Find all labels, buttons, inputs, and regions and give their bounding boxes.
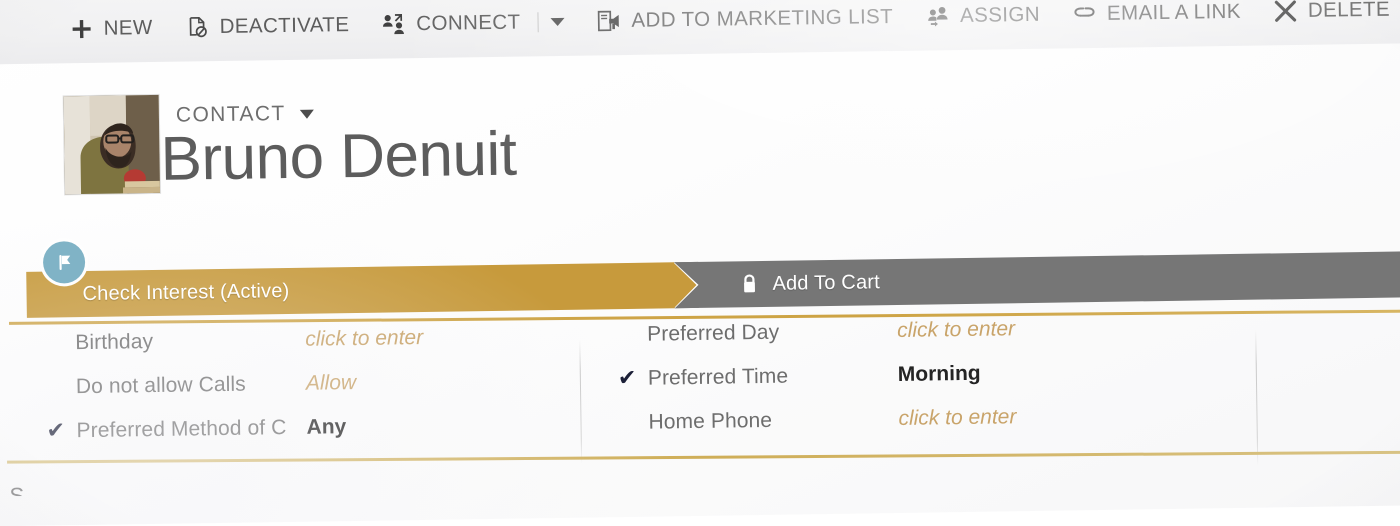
assign-people-icon (925, 3, 951, 29)
command-email-a-link-label: EMAIL A LINK (1107, 0, 1241, 26)
plus-icon (68, 16, 94, 42)
command-new[interactable]: NEW (68, 15, 152, 42)
field-label-preferred-method-of-contact: Preferred Method of C (76, 416, 306, 443)
command-connect[interactable]: CONNECT (381, 9, 565, 38)
process-stage-check-interest[interactable]: Check Interest (Active) (26, 262, 675, 318)
flag-icon (53, 251, 75, 273)
command-assign-label: ASSIGN (960, 3, 1040, 28)
command-delete[interactable]: DELETE (1273, 0, 1391, 24)
marketing-list-megaphone-icon (596, 8, 622, 34)
field-row-home-phone[interactable]: Home Phone click to enter (618, 403, 1179, 455)
record-header: CONTACT Bruno Denuit (0, 43, 1400, 224)
field-label-preferred-day: Preferred Day (647, 319, 897, 347)
field-value-preferred-day[interactable]: click to enter (897, 317, 1015, 343)
check-icon: ✔ (46, 419, 76, 441)
field-value-birthday[interactable]: click to enter (305, 326, 423, 352)
command-deactivate[interactable]: DEACTIVATE (184, 12, 349, 40)
business-process-flow: Check Interest (Active) Add To Cart (26, 251, 1400, 318)
command-assign[interactable]: ASSIGN (925, 2, 1040, 30)
field-label-preferred-time: Preferred Time (648, 363, 898, 391)
close-x-icon (1273, 0, 1299, 24)
command-new-label: NEW (103, 16, 152, 41)
application-screen: NEW DEACTIVATE (0, 0, 1400, 526)
command-email-a-link[interactable]: EMAIL A LINK (1072, 0, 1241, 27)
link-icon (1072, 1, 1098, 27)
field-label-birthday: Birthday (75, 328, 305, 355)
lock-icon (740, 273, 758, 295)
fields-section: Birthday click to enter Do not allow Cal… (0, 311, 1400, 472)
field-value-preferred-time[interactable]: Morning (898, 362, 981, 387)
avatar[interactable] (64, 95, 160, 194)
field-row-birthday[interactable]: Birthday click to enter (45, 324, 566, 376)
page-title: Bruno Denuit (160, 119, 517, 196)
field-value-do-not-allow-calls[interactable]: Allow (306, 371, 357, 396)
process-stage-next-label: Add To Cart (772, 271, 880, 296)
field-value-preferred-method-of-contact[interactable]: Any (306, 415, 346, 440)
fields-right-column: Preferred Day click to enter ✔ Preferred… (617, 315, 1179, 455)
field-label-do-not-allow-calls: Do not allow Calls (76, 372, 306, 399)
command-connect-label: CONNECT (416, 11, 521, 37)
field-row-preferred-method-of-contact[interactable]: ✔ Preferred Method of C Any (46, 412, 567, 464)
check-icon: ✔ (618, 367, 648, 389)
process-stage-add-to-cart[interactable]: Add To Cart (674, 251, 1400, 308)
command-add-to-marketing-list-label: ADD TO MARKETING LIST (631, 5, 893, 33)
split-divider (537, 12, 538, 32)
next-section-partial-label: S (9, 483, 24, 496)
field-value-home-phone[interactable]: click to enter (898, 405, 1016, 431)
chevron-down-icon (300, 109, 314, 118)
field-label-home-phone: Home Phone (648, 407, 898, 435)
fields-left-column: Birthday click to enter Do not allow Cal… (45, 324, 567, 464)
field-row-do-not-allow-calls[interactable]: Do not allow Calls Allow (46, 368, 567, 420)
command-add-to-marketing-list[interactable]: ADD TO MARKETING LIST (596, 4, 893, 34)
command-delete-label: DELETE (1308, 0, 1391, 23)
connect-people-icon (381, 11, 407, 37)
process-stage-active-label: Check Interest (Active) (82, 279, 289, 305)
deactivate-document-icon (184, 14, 210, 40)
command-connect-dropdown[interactable] (531, 12, 564, 32)
chevron-down-icon (550, 18, 564, 26)
command-deactivate-label: DEACTIVATE (219, 13, 349, 39)
